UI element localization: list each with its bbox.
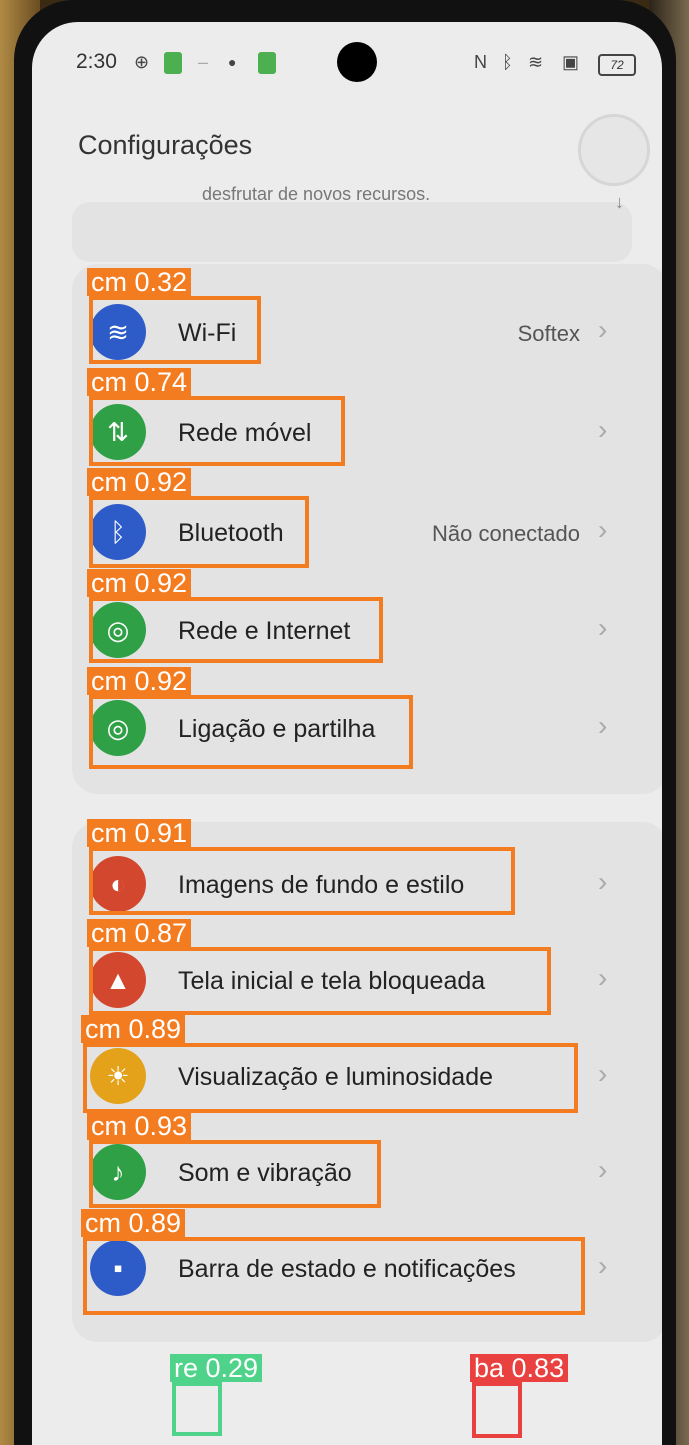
detection-box: [89, 1140, 381, 1208]
detection-box: [89, 597, 383, 663]
chevron-right-icon: ›: [598, 962, 608, 993]
detection-label: ba 0.83: [470, 1354, 569, 1382]
detection-box: [89, 695, 413, 769]
settings-row-value: Não conectado: [432, 521, 580, 546]
chevron-right-icon: ›: [598, 866, 608, 897]
bluetooth-status-icon: ᛒ: [502, 52, 513, 72]
detection-box: [89, 296, 261, 364]
chevron-right-icon: ›: [598, 414, 608, 445]
detection-label: cm 0.91: [87, 819, 192, 847]
chevron-right-icon: ›: [598, 710, 608, 741]
banner-text: desfrutar de novos recursos.: [202, 184, 431, 204]
banner-card[interactable]: [72, 202, 632, 262]
detection-label: cm 0.92: [87, 468, 192, 496]
detection-box: [89, 947, 551, 1015]
bug-icon: ●: [228, 54, 237, 70]
detection-label: cm 0.87: [87, 919, 192, 947]
sync-icon: ⊕: [134, 52, 150, 72]
banner-arrow-icon: ↓: [615, 192, 624, 212]
chevron-right-icon: ›: [598, 314, 608, 345]
detection-label: cm 0.74: [87, 368, 192, 396]
detection-box: [83, 1043, 578, 1113]
detection-box: [472, 1382, 522, 1438]
status-time: 2:30: [76, 50, 117, 73]
app-notification-icon: [164, 52, 182, 74]
detection-label: cm 0.92: [87, 667, 192, 695]
chevron-right-icon: ›: [598, 612, 608, 643]
status-bar: 2:30 ⊕ – ● N ᛒ ≋ ▣ 72: [32, 22, 662, 102]
detection-label: cm 0.89: [81, 1209, 186, 1237]
settings-row-value: Softex: [517, 321, 580, 346]
nfc-icon: N: [474, 52, 487, 72]
detection-box: [89, 496, 309, 568]
page-title: Configurações: [78, 130, 253, 160]
chevron-right-icon: ›: [598, 1250, 608, 1281]
detection-label: cm 0.32: [87, 268, 192, 296]
detection-label: cm 0.92: [87, 569, 192, 597]
home-button[interactable]: [330, 1362, 378, 1410]
detection-box: [89, 396, 345, 466]
detection-box: [83, 1237, 585, 1315]
dash-icon: –: [198, 52, 209, 72]
chevron-right-icon: ›: [598, 514, 608, 545]
battery-icon: 72: [598, 54, 636, 76]
chevron-right-icon: ›: [598, 1058, 608, 1089]
sim-icon: ▣: [562, 52, 580, 72]
wifi-status-icon: ≋: [528, 52, 544, 72]
detection-label: cm 0.89: [81, 1015, 186, 1043]
detection-box: [172, 1382, 222, 1436]
account-avatar[interactable]: [578, 114, 650, 186]
app-notification-icon-2: [258, 52, 276, 74]
front-camera: [337, 42, 377, 82]
detection-box: [89, 847, 515, 915]
detection-label: cm 0.93: [87, 1112, 192, 1140]
chevron-right-icon: ›: [598, 1154, 608, 1185]
detection-label: re 0.29: [170, 1354, 263, 1382]
